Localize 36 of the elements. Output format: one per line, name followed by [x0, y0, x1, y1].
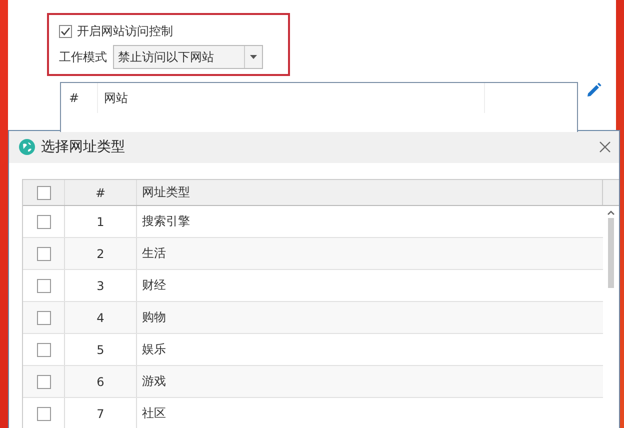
table-cell: 1 [65, 206, 137, 237]
table-cell-text: 社区 [141, 405, 167, 422]
chevron-up-icon[interactable] [607, 210, 615, 215]
column-header: 网站 [97, 83, 484, 113]
checkbox[interactable] [36, 246, 50, 260]
close-icon[interactable] [599, 141, 611, 153]
table-cell-text: 财经 [141, 277, 167, 294]
pencil-icon[interactable] [586, 82, 602, 98]
checkbox[interactable] [36, 374, 50, 388]
table-cell-text: 游戏 [141, 373, 167, 390]
table-cell-text: 搜索引擎 [141, 213, 191, 230]
table-cell: 5 [65, 334, 137, 365]
checkbox[interactable] [36, 278, 50, 292]
checkbox[interactable] [36, 342, 50, 356]
column-header: # [68, 91, 80, 105]
globe-icon [19, 139, 35, 155]
dialog-title: 选择网址类型 [41, 138, 126, 156]
table-cell: 6 [65, 366, 137, 397]
table-cell-text: 娱乐 [141, 341, 167, 358]
checkbox[interactable] [36, 310, 50, 324]
table-cell: 4 [65, 302, 137, 333]
caret-icon [250, 55, 257, 59]
table-cell-text: 购物 [141, 309, 167, 326]
field-label: 工作模式 [59, 48, 107, 66]
table-cell-text: 生活 [141, 245, 167, 262]
checkbox[interactable] [36, 186, 50, 200]
table-cell: 2 [65, 238, 137, 269]
checkbox-label: 开启网站访问控制 [77, 22, 173, 40]
mode-dropdown[interactable]: 禁止访问以下网站 [113, 45, 263, 69]
checkbox[interactable] [36, 214, 50, 228]
checkbox[interactable] [36, 406, 50, 420]
column-header: 网址类型 [141, 184, 191, 201]
table-cell: 7 [65, 398, 137, 428]
table-cell: 3 [65, 270, 137, 301]
column-header: # [65, 180, 137, 205]
checkbox[interactable] [59, 24, 72, 38]
